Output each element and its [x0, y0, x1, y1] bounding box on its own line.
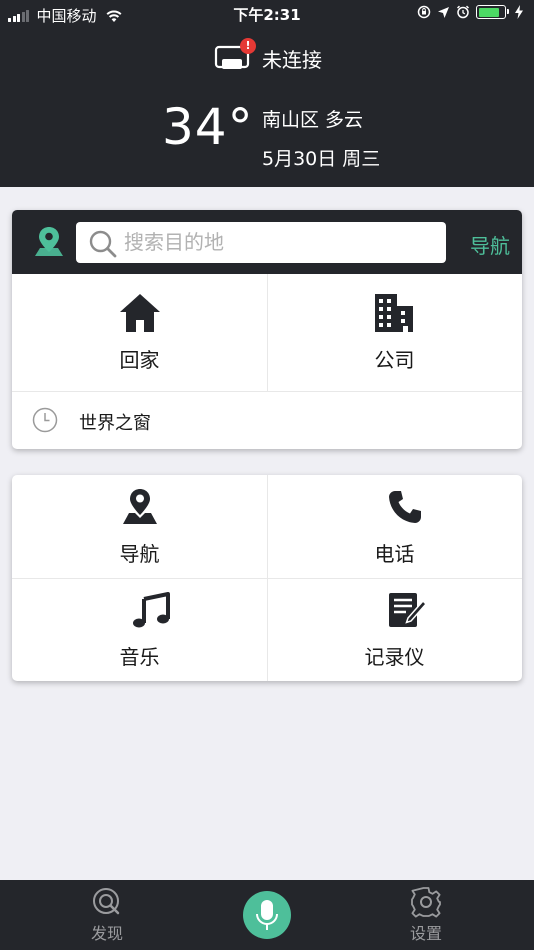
tab-discover-label: 发现 [90, 924, 123, 943]
music-note-icon [133, 592, 170, 628]
discover-icon [93, 888, 120, 915]
home-button[interactable]: 回家 [12, 274, 267, 391]
temperature: 34° [162, 98, 254, 156]
tab-settings-label: 设置 [409, 924, 442, 943]
charging-bolt-icon [515, 5, 523, 19]
search-icon [89, 230, 117, 258]
search-bar: 导航 [12, 210, 522, 274]
navigate-button[interactable]: 导航 [470, 230, 510, 259]
map-pin-icon [35, 227, 63, 256]
history-clock-icon [32, 407, 58, 433]
orientation-lock-icon [417, 5, 431, 19]
home-label: 回家 [119, 348, 160, 372]
divider [12, 578, 522, 579]
phone-icon [389, 491, 421, 523]
phone-function-button[interactable]: 电话 [267, 475, 522, 578]
date-text: 5月30日 周三 [262, 148, 381, 170]
navigation-function-button[interactable]: 导航 [12, 475, 267, 578]
destination-card: 导航 回家 公司 世界之窗 [12, 210, 522, 449]
divider [267, 274, 268, 391]
connection-status[interactable]: ! 未连接 [214, 38, 322, 73]
navigation-label: 导航 [119, 542, 160, 566]
car-device-icon: ! [214, 38, 256, 73]
search-field[interactable] [76, 222, 446, 263]
location-weather: 南山区 多云 [262, 109, 364, 131]
alarm-icon [456, 5, 470, 19]
status-bar: 中国移动 下午2:31 [0, 0, 534, 28]
tab-bar: 发现 设置 [0, 880, 534, 950]
location-arrow-icon [438, 6, 449, 18]
tab-discover[interactable]: 发现 [77, 886, 137, 944]
recent-destination-label: 世界之窗 [79, 413, 151, 434]
functions-card: 导航 电话 音乐 记录仪 [12, 475, 522, 681]
battery-icon [476, 5, 509, 19]
recorder-label: 记录仪 [364, 645, 425, 669]
home-icon [120, 294, 160, 332]
header: 中国移动 下午2:31 ! 未连接 34° 南山区 多云 5月30日 周三 [0, 0, 534, 187]
alert-badge: ! [240, 38, 256, 54]
battery-fill [478, 7, 499, 17]
voice-button[interactable] [243, 891, 291, 939]
navigation-pin-icon [123, 489, 157, 524]
company-button[interactable]: 公司 [267, 274, 522, 391]
recent-destination-item[interactable]: 世界之窗 [12, 391, 522, 449]
microphone-icon [256, 900, 278, 930]
recorder-function-button[interactable]: 记录仪 [267, 578, 522, 681]
tab-settings[interactable]: 设置 [396, 886, 456, 944]
company-label: 公司 [374, 348, 415, 372]
office-building-icon [375, 294, 413, 332]
phone-label: 电话 [374, 542, 415, 566]
connection-label: 未连接 [262, 47, 322, 72]
search-input[interactable] [124, 228, 434, 256]
dashcam-recorder-icon [389, 593, 427, 627]
gear-icon [411, 887, 441, 918]
music-function-button[interactable]: 音乐 [12, 578, 267, 681]
music-label: 音乐 [119, 645, 160, 669]
